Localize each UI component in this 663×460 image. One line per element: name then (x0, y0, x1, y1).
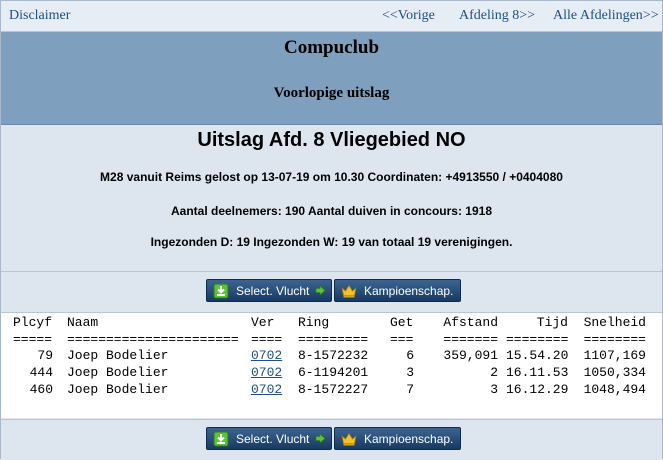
all-afdelingen-link[interactable]: Alle Afdelingen>> (553, 8, 659, 24)
cell-plc: 444 (29, 365, 53, 380)
cell-snelheid: 1048,494 (583, 382, 646, 397)
cell-get: 3 (406, 365, 414, 380)
next-afdeling-link[interactable]: Afdeling 8>> (459, 8, 535, 24)
download-icon (213, 431, 229, 447)
page-title: Uitslag Afd. 8 Vliegebied NO (197, 129, 466, 151)
race-details: M28 vanuit Reims gelost op 13-07-19 om 1… (100, 170, 563, 184)
header-ring: Ring (298, 315, 330, 330)
cell-naam: Joep Bodelier (67, 348, 169, 363)
header-naam: Naam (67, 315, 99, 330)
separator-plc: ===== (13, 332, 53, 347)
cell-afstand: 2 (490, 365, 498, 380)
cell-ring: 8-1572232 (298, 348, 369, 363)
cell-ring: 8-1572227 (298, 382, 369, 397)
page-frame: Disclaimer <<Vorige Afdeling 8>> Alle Af… (0, 0, 663, 460)
select-flight-button-bottom[interactable]: Select. Vlucht (206, 427, 332, 450)
cell-tijd: 16.12.29 (506, 382, 569, 397)
separator-get: === (390, 332, 414, 347)
cell-plc: 460 (29, 382, 53, 397)
cell-get: 6 (406, 348, 414, 363)
header-tijd: Tijd (536, 315, 568, 330)
cell-naam: Joep Bodelier (67, 365, 169, 380)
cell-ver-link[interactable]: 0702 (251, 348, 282, 363)
table-row: 79 Joep Bodelier 0702 8-1572232 6 359,09… (1, 348, 662, 365)
arrow-right-icon (315, 433, 326, 444)
cell-plc: 79 (37, 348, 53, 363)
results-table: Plcyf Naam Ver Ring Get Afstand Tijd Sne… (1, 313, 662, 418)
cell-ring: 6-1194201 (298, 365, 369, 380)
cell-snelheid: 1050,334 (583, 365, 646, 380)
cell-get: 7 (406, 382, 414, 397)
separator-naam: ====================== (67, 332, 239, 347)
button-bar-bottom: Select. Vlucht Kampioenschap. (1, 419, 662, 460)
header-banner: Compuclub Voorlopige uitslag (1, 32, 662, 125)
cell-ver-link[interactable]: 0702 (251, 365, 282, 380)
cell-tijd: 16.11.53 (506, 365, 569, 380)
table-header: Plcyf Naam Ver Ring Get Afstand Tijd Sne… (1, 315, 662, 332)
header-snelheid: Snelheid (583, 315, 646, 330)
cell-ver-link[interactable]: 0702 (251, 382, 282, 397)
cell-snelheid: 1107,169 (583, 348, 646, 363)
table-separator: ===== ====================== ==== ======… (1, 332, 662, 349)
separator-ring: ========= (298, 332, 369, 347)
top-navigation: Disclaimer <<Vorige Afdeling 8>> Alle Af… (1, 1, 662, 32)
disclaimer-link[interactable]: Disclaimer (9, 8, 70, 24)
result-status: Voorlopige uitslag (273, 85, 390, 101)
cell-tijd: 15.54.20 (506, 348, 569, 363)
arrow-right-icon (315, 285, 326, 296)
download-icon (213, 283, 229, 299)
separator-ver: ==== (251, 332, 283, 347)
cell-afstand: 3 (490, 382, 498, 397)
select-flight-button[interactable]: Select. Vlucht (206, 279, 332, 302)
championship-button[interactable]: Kampioenschap. (334, 279, 461, 302)
separator-afstand: ======= (443, 332, 498, 347)
championship-button-bottom[interactable]: Kampioenschap. (334, 427, 461, 450)
crown-icon (341, 431, 357, 447)
header-ver: Ver (251, 315, 275, 330)
submissions-summary: Ingezonden D: 19 Ingezonden W: 19 van to… (150, 235, 513, 249)
cell-afstand: 359,091 (443, 348, 498, 363)
separator-snelheid: ======== (583, 332, 646, 347)
club-name: Compuclub (283, 37, 380, 58)
table-row: 444 Joep Bodelier 0702 6-1194201 3 2 16.… (1, 365, 662, 382)
previous-link[interactable]: <<Vorige (382, 8, 435, 24)
participants-summary: Aantal deelnemers: 190 Aantal duiven in … (171, 204, 492, 218)
select-flight-label: Select. Vlucht (236, 283, 310, 298)
select-flight-label: Select. Vlucht (236, 431, 310, 446)
cell-naam: Joep Bodelier (67, 382, 169, 397)
crown-icon (341, 283, 357, 299)
header-plc: Plcyf (13, 315, 53, 330)
separator-tijd: ======== (506, 332, 569, 347)
race-info: Uitslag Afd. 8 Vliegebied NO M28 vanuit … (1, 125, 662, 272)
button-bar-top: Select. Vlucht Kampioenschap. (1, 272, 662, 313)
championship-label: Kampioenschap. (364, 431, 454, 446)
table-row: 460 Joep Bodelier 0702 8-1572227 7 3 16.… (1, 382, 662, 399)
header-get: Get (390, 315, 414, 330)
championship-label: Kampioenschap. (364, 283, 454, 298)
header-afstand: Afstand (443, 315, 498, 330)
